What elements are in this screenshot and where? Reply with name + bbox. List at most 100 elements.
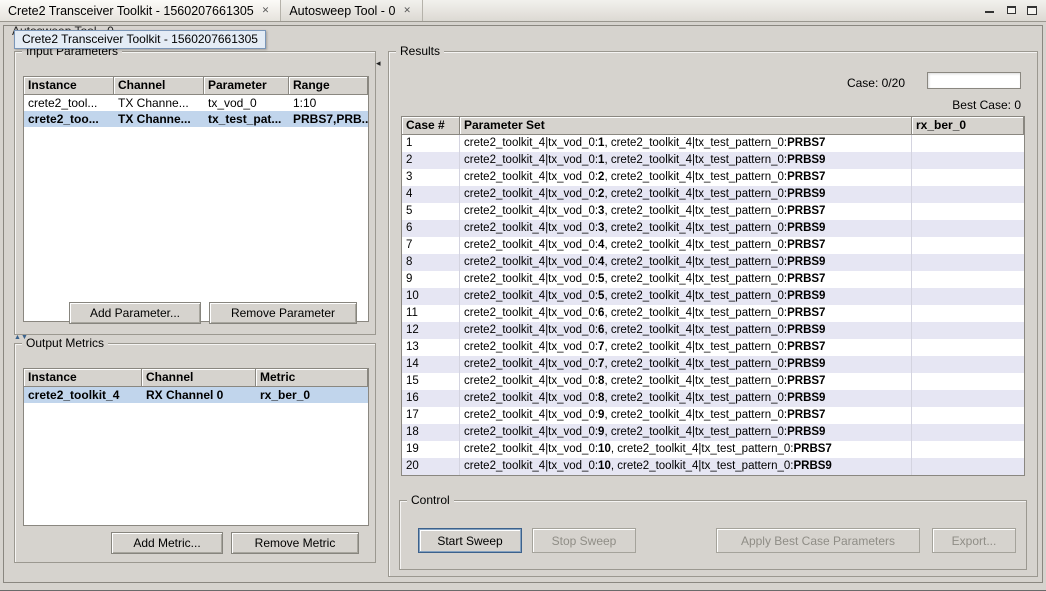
cell-case-number: 13 [402, 339, 460, 356]
control-group: Control Start Sweep Stop Sweep Apply Bes… [399, 500, 1027, 570]
tab-crete2-transceiver-toolkit[interactable]: Crete2 Transceiver Toolkit - 15602076613… [0, 0, 281, 21]
cell-case-number: 2 [402, 152, 460, 169]
results-row[interactable]: 12crete2_toolkit_4|tx_vod_0:6, crete2_to… [402, 322, 1024, 339]
cell-channel: RX Channel 0 [142, 387, 256, 403]
remove-parameter-button[interactable]: Remove Parameter [209, 302, 357, 324]
cell-case-number: 9 [402, 271, 460, 288]
group-title: Output Metrics [22, 336, 108, 350]
cell-case-number: 4 [402, 186, 460, 203]
cell-parameter-set: crete2_toolkit_4|tx_vod_0:7, crete2_tool… [460, 356, 912, 373]
best-case-label: Best Case: 0 [952, 98, 1021, 112]
cell-rx-ber [912, 203, 1024, 220]
cell-rx-ber [912, 220, 1024, 237]
column-header-instance[interactable]: Instance [24, 369, 142, 387]
table-row[interactable]: crete2_tool... TX Channe... tx_vod_0 1:1… [24, 95, 368, 111]
cell-parameter-set: crete2_toolkit_4|tx_vod_0:2, crete2_tool… [460, 186, 912, 203]
start-sweep-button[interactable]: Start Sweep [418, 528, 522, 553]
results-row[interactable]: 6crete2_toolkit_4|tx_vod_0:3, crete2_too… [402, 220, 1024, 237]
cell-case-number: 7 [402, 237, 460, 254]
results-row[interactable]: 2crete2_toolkit_4|tx_vod_0:1, crete2_too… [402, 152, 1024, 169]
cell-parameter: tx_test_pat... [204, 111, 289, 127]
close-icon[interactable]: ✕ [261, 5, 271, 16]
cell-parameter-set: crete2_toolkit_4|tx_vod_0:7, crete2_tool… [460, 339, 912, 356]
stop-sweep-button[interactable]: Stop Sweep [532, 528, 636, 553]
remove-metric-button[interactable]: Remove Metric [231, 532, 359, 554]
cell-parameter-set: crete2_toolkit_4|tx_vod_0:9, crete2_tool… [460, 424, 912, 441]
cell-rx-ber [912, 271, 1024, 288]
results-row[interactable]: 4crete2_toolkit_4|tx_vod_0:2, crete2_too… [402, 186, 1024, 203]
export-button[interactable]: Export... [932, 528, 1016, 553]
cell-parameter-set: crete2_toolkit_4|tx_vod_0:6, crete2_tool… [460, 305, 912, 322]
input-parameters-table: Instance Channel Parameter Range crete2_… [23, 76, 369, 322]
cell-parameter-set: crete2_toolkit_4|tx_vod_0:3, crete2_tool… [460, 220, 912, 237]
apply-best-case-parameters-button[interactable]: Apply Best Case Parameters [716, 528, 920, 553]
restore-icon[interactable] [1004, 4, 1017, 16]
splitter-collapse-icon[interactable]: ◂ [376, 58, 381, 69]
results-row[interactable]: 14crete2_toolkit_4|tx_vod_0:7, crete2_to… [402, 356, 1024, 373]
column-header-metric[interactable]: Metric [256, 369, 368, 387]
cell-parameter-set: crete2_toolkit_4|tx_vod_0:6, crete2_tool… [460, 322, 912, 339]
results-row[interactable]: 20crete2_toolkit_4|tx_vod_0:10, crete2_t… [402, 458, 1024, 475]
cell-parameter-set: crete2_toolkit_4|tx_vod_0:2, crete2_tool… [460, 169, 912, 186]
cell-rx-ber [912, 424, 1024, 441]
sash-down-icon[interactable]: ▼ [21, 334, 28, 341]
results-row[interactable]: 8crete2_toolkit_4|tx_vod_0:4, crete2_too… [402, 254, 1024, 271]
results-row[interactable]: 1crete2_toolkit_4|tx_vod_0:1, crete2_too… [402, 135, 1024, 152]
cell-case-number: 19 [402, 441, 460, 458]
maximize-icon[interactable] [1025, 4, 1038, 16]
cell-case-number: 3 [402, 169, 460, 186]
results-row[interactable]: 18crete2_toolkit_4|tx_vod_0:9, crete2_to… [402, 424, 1024, 441]
close-icon[interactable]: ✕ [402, 5, 412, 16]
results-row[interactable]: 9crete2_toolkit_4|tx_vod_0:5, crete2_too… [402, 271, 1024, 288]
column-header-case[interactable]: Case # [402, 117, 460, 135]
column-header-parameter[interactable]: Parameter [204, 77, 289, 95]
cell-rx-ber [912, 237, 1024, 254]
cell-rx-ber [912, 135, 1024, 152]
sash-up-icon[interactable]: ▲ [14, 334, 21, 341]
results-row[interactable]: 3crete2_toolkit_4|tx_vod_0:2, crete2_too… [402, 169, 1024, 186]
results-row[interactable]: 5crete2_toolkit_4|tx_vod_0:3, crete2_too… [402, 203, 1024, 220]
cell-rx-ber [912, 339, 1024, 356]
results-row[interactable]: 19crete2_toolkit_4|tx_vod_0:10, crete2_t… [402, 441, 1024, 458]
cell-case-number: 15 [402, 373, 460, 390]
cell-case-number: 6 [402, 220, 460, 237]
results-row[interactable]: 15crete2_toolkit_4|tx_vod_0:8, crete2_to… [402, 373, 1024, 390]
results-table-body: 1crete2_toolkit_4|tx_vod_0:1, crete2_too… [402, 135, 1024, 475]
sweep-progress-bar [927, 72, 1021, 89]
table-row-selected[interactable]: crete2_too... TX Channe... tx_test_pat..… [24, 111, 368, 127]
results-row[interactable]: 16crete2_toolkit_4|tx_vod_0:8, crete2_to… [402, 390, 1024, 407]
cell-parameter-set: crete2_toolkit_4|tx_vod_0:5, crete2_tool… [460, 271, 912, 288]
results-row[interactable]: 13crete2_toolkit_4|tx_vod_0:7, crete2_to… [402, 339, 1024, 356]
column-header-parameter-set[interactable]: Parameter Set [460, 117, 912, 135]
column-header-channel[interactable]: Channel [142, 369, 256, 387]
column-header-instance[interactable]: Instance [24, 77, 114, 95]
sash-collapse-icons[interactable]: ▲▼ [14, 334, 28, 341]
column-header-channel[interactable]: Channel [114, 77, 204, 95]
cell-rx-ber [912, 288, 1024, 305]
cell-rx-ber [912, 390, 1024, 407]
cell-case-number: 8 [402, 254, 460, 271]
cell-parameter-set: crete2_toolkit_4|tx_vod_0:8, crete2_tool… [460, 390, 912, 407]
add-metric-button[interactable]: Add Metric... [111, 532, 223, 554]
cell-case-number: 11 [402, 305, 460, 322]
add-parameter-button[interactable]: Add Parameter... [69, 302, 201, 324]
results-row[interactable]: 7crete2_toolkit_4|tx_vod_0:4, crete2_too… [402, 237, 1024, 254]
cell-rx-ber [912, 254, 1024, 271]
tab-autosweep-tool[interactable]: Autosweep Tool - 0 ✕ [281, 0, 423, 21]
cell-range: PRBS7,PRB... [289, 111, 368, 127]
cell-rx-ber [912, 186, 1024, 203]
cell-parameter-set: crete2_toolkit_4|tx_vod_0:10, crete2_too… [460, 458, 912, 475]
column-header-rx-ber[interactable]: rx_ber_0 [912, 117, 1024, 135]
cell-channel: TX Channe... [114, 111, 204, 127]
tab-bar: Crete2 Transceiver Toolkit - 15602076613… [0, 0, 1046, 22]
results-row[interactable]: 17crete2_toolkit_4|tx_vod_0:9, crete2_to… [402, 407, 1024, 424]
results-row[interactable]: 11crete2_toolkit_4|tx_vod_0:6, crete2_to… [402, 305, 1024, 322]
tab-label: Crete2 Transceiver Toolkit - 15602076613… [8, 4, 254, 18]
column-header-range[interactable]: Range [289, 77, 368, 95]
cell-parameter-set: crete2_toolkit_4|tx_vod_0:8, crete2_tool… [460, 373, 912, 390]
table-row-selected[interactable]: crete2_toolkit_4 RX Channel 0 rx_ber_0 [24, 387, 368, 403]
results-row[interactable]: 10crete2_toolkit_4|tx_vod_0:5, crete2_to… [402, 288, 1024, 305]
window-controls [983, 4, 1038, 16]
cell-case-number: 16 [402, 390, 460, 407]
minimize-icon[interactable] [983, 4, 996, 16]
